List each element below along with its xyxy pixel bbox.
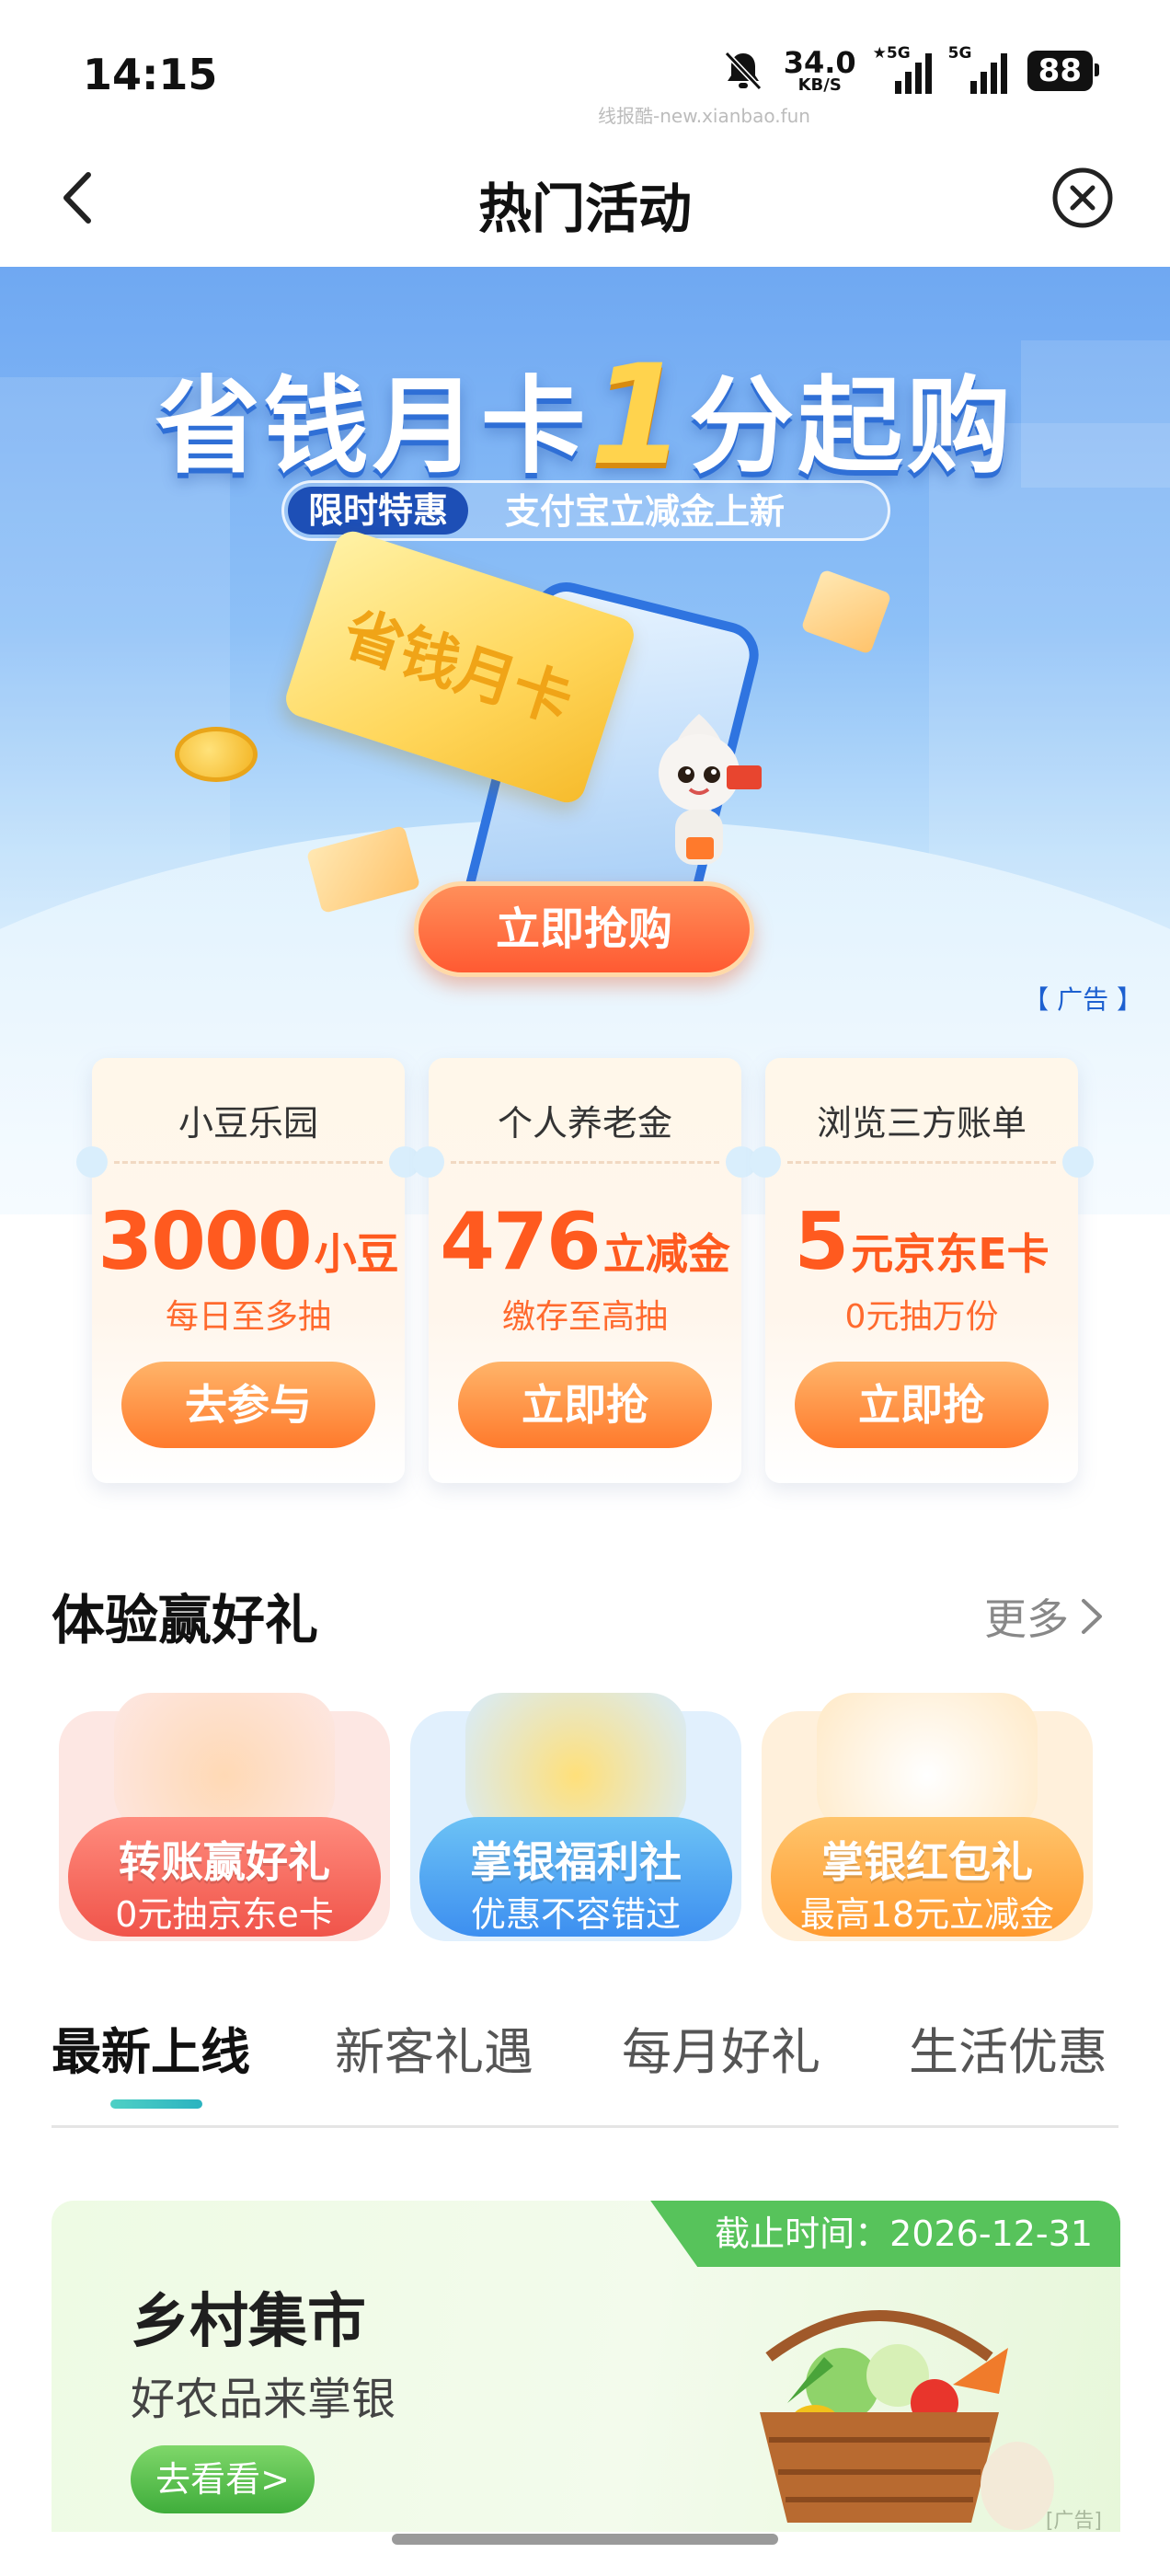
view-button[interactable]: 去看看> <box>131 2445 315 2513</box>
promo-desc: 缴存至高抽 <box>501 1298 668 1336</box>
status-time: 14:15 <box>83 50 218 99</box>
deadline-badge: 截止时间：2026-12-31 <box>650 2201 1120 2267</box>
promo-amount: 5元京东E卡 <box>794 1196 1050 1288</box>
signal-icon-1: ★5G <box>873 44 932 94</box>
experience-item[interactable]: 掌银福利社 优惠不容错过 <box>410 1693 741 1941</box>
promo-amount: 476立减金 <box>440 1196 730 1288</box>
tab-life[interactable]: 生活优惠 <box>909 2011 1107 2084</box>
bell-mute-icon <box>723 50 763 92</box>
buy-now-button[interactable]: 立即抢购 <box>414 881 754 977</box>
more-link[interactable]: 更多 <box>984 1586 1106 1647</box>
section-title: 体验赢好礼 <box>52 1589 319 1651</box>
grab-button[interactable]: 立即抢 <box>795 1362 1049 1448</box>
status-bar: 14:15 34.0 KB/S ★5G 5G 88 线报酷-new.xianba… <box>0 0 1170 138</box>
divider <box>52 2125 1118 2128</box>
nav-bar: 热门活动 <box>0 138 1170 267</box>
promo-desc: 每日至多抽 <box>165 1298 331 1336</box>
experience-item[interactable]: 掌银红包礼 最高18元立减金 <box>762 1693 1093 1941</box>
grab-button[interactable]: 立即抢 <box>458 1362 712 1448</box>
active-tab-indicator <box>110 2099 202 2109</box>
banner-subtitle: 限时特惠 支付宝立减金上新 <box>281 480 890 541</box>
home-indicator[interactable] <box>392 2534 778 2545</box>
ad-tag: 【 广告 】 <box>1023 984 1142 1015</box>
page: 14:15 34.0 KB/S ★5G 5G 88 线报酷-new.xianba… <box>0 0 1170 2576</box>
promo-amount: 3000小豆 <box>98 1196 399 1288</box>
chevron-right-icon <box>1082 1599 1102 1634</box>
red-packet-illustration <box>817 1693 1038 1831</box>
savings-card-illustration: 省钱月卡 <box>281 526 639 808</box>
tab-latest[interactable]: 最新上线 <box>52 2011 250 2084</box>
experience-item[interactable]: 转账赢好礼 0元抽京东e卡 <box>59 1693 390 1941</box>
signal-icon-2: 5G <box>948 44 1007 94</box>
promo-card[interactable]: 小豆乐园 3000小豆 每日至多抽 去参与 <box>76 1058 420 1483</box>
limited-offer-pill: 限时特惠 <box>288 487 469 535</box>
promo-title: 浏览三方账单 <box>816 1103 1027 1144</box>
mascot-illustration <box>659 714 762 865</box>
tab-new-customer[interactable]: 新客礼遇 <box>335 2011 533 2084</box>
watermark-text: 线报酷-new.xianbao.fun <box>598 105 810 127</box>
tab-monthly[interactable]: 每月好礼 <box>622 2011 820 2084</box>
promo-card[interactable]: 浏览三方账单 5元京东E卡 0元抽万份 立即抢 <box>750 1058 1094 1483</box>
activity-card[interactable]: 截止时间：2026-12-31 乡村集市 好农品来掌银 去看看> [广告] <box>52 2201 1120 2532</box>
banner-headline: 省钱月卡1分起购 <box>155 336 1015 496</box>
page-title: 热门活动 <box>477 178 692 240</box>
close-circle-icon[interactable] <box>1050 166 1115 230</box>
promo-desc: 0元抽万份 <box>844 1298 999 1336</box>
battery-indicator: 88 <box>1027 51 1100 91</box>
activity-subtitle: 好农品来掌银 <box>131 2374 396 2425</box>
gift-illustration <box>114 1693 335 1831</box>
activity-title: 乡村集市 <box>131 2288 366 2356</box>
vegetable-basket-illustration <box>760 2310 1054 2530</box>
card-illustration <box>465 1693 686 1831</box>
divider <box>787 1161 1056 1164</box>
ad-tag: [广告] <box>1045 2510 1102 2532</box>
coupon-icon <box>800 569 892 655</box>
coin-icon <box>175 727 258 782</box>
promo-title: 个人养老金 <box>497 1103 672 1144</box>
divider <box>114 1161 383 1164</box>
promo-card[interactable]: 个人养老金 476立减金 缴存至高抽 立即抢 <box>413 1058 757 1483</box>
network-speed: 34.0 KB/S <box>783 45 856 95</box>
status-icons: 34.0 KB/S ★5G 5G 88 <box>723 44 1100 95</box>
join-button[interactable]: 去参与 <box>121 1362 375 1448</box>
divider <box>451 1161 719 1164</box>
promo-title: 小豆乐园 <box>178 1103 318 1144</box>
tab-bar: 最新上线 新客礼遇 每月好礼 生活优惠 <box>52 2011 1118 2109</box>
